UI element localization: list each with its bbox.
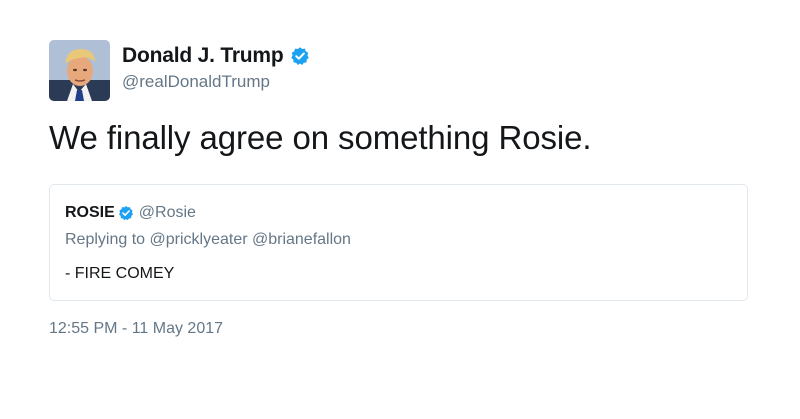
- quoted-verified-badge-icon: [118, 205, 134, 221]
- quoted-reply-context: Replying to @pricklyeater @brianefallon: [65, 231, 351, 248]
- quoted-display-name: ROSIE: [65, 204, 115, 221]
- tweet-header: Donald J. Trump @realDonaldTrump: [49, 40, 751, 102]
- quoted-tweet-header: ROSIE @Rosie: [65, 202, 196, 224]
- avatar[interactable]: [49, 40, 110, 101]
- avatar-image-icon: [49, 40, 110, 101]
- display-name-row: Donald J. Trump: [122, 43, 310, 69]
- tweet-timestamp[interactable]: 12:55 PM - 11 May 2017: [49, 320, 223, 338]
- quoted-tweet-text: - FIRE COMEY: [65, 265, 175, 282]
- verified-badge-icon: [290, 46, 310, 66]
- tweet-card: Donald J. Trump @realDonaldTrump We fina…: [49, 40, 751, 337]
- quoted-handle: @Rosie: [138, 204, 196, 221]
- tweet-text: We finally agree on something Rosie.: [49, 119, 592, 156]
- author-display-name[interactable]: Donald J. Trump: [122, 44, 284, 68]
- author-handle[interactable]: @realDonaldTrump: [122, 72, 310, 92]
- quoted-tweet[interactable]: ROSIE @Rosie Replying to @pricklyeater @…: [49, 184, 748, 301]
- author-names: Donald J. Trump @realDonaldTrump: [122, 43, 310, 92]
